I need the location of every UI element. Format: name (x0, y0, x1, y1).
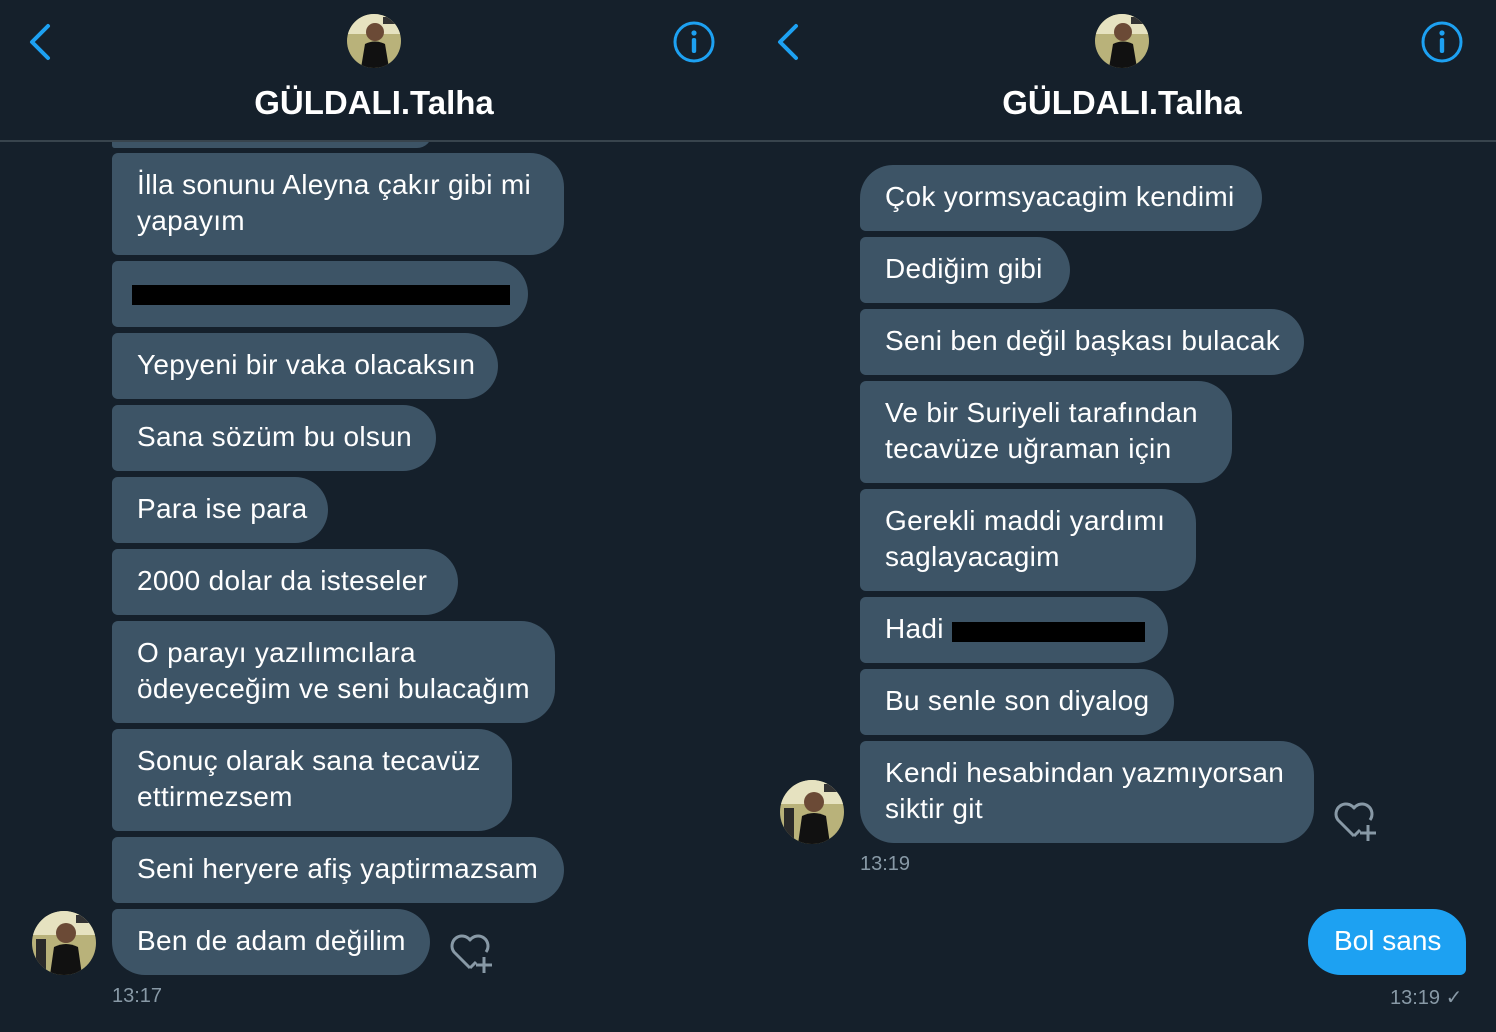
sender-avatar[interactable] (32, 911, 96, 975)
timestamp: 13:19 (860, 853, 911, 875)
back-chevron-icon[interactable] (26, 20, 54, 64)
message-bubble: Sonuç olarak sana tecavüz ettirmezsem (112, 729, 512, 831)
sent-message-bubble: Bol sans (1308, 909, 1466, 975)
message-bubble: Bu senle son diyalog (860, 669, 1174, 735)
message-bubble: Gerekli maddi yardımı saglayacagim (860, 489, 1196, 591)
conversation-panel-left: İlla sonunu Aleyna çakır gibi mi yapayım… (0, 0, 748, 1032)
message-bubble: İlla sonunu Aleyna çakır gibi mi yapayım (112, 153, 564, 255)
message-bubble: Seni heryere afiş yaptirmazsam (112, 837, 564, 903)
message-bubble: Ben de adam değilim (112, 909, 430, 975)
header-avatar[interactable] (347, 14, 401, 68)
conversation-title[interactable]: GÜLDALI.Talha (0, 84, 748, 122)
conversation-header: GÜLDALI.Talha (0, 0, 748, 142)
message-bubble: O parayı yazılımcılara ödeyeceğim ve sen… (112, 621, 555, 723)
conversation-title[interactable]: GÜLDALI.Talha (748, 84, 1496, 122)
message-bubble: Yepyeni bir vaka olacaksın (112, 333, 498, 399)
header-avatar[interactable] (1095, 14, 1149, 68)
redaction-bar (132, 285, 510, 305)
heart-plus-icon[interactable] (1330, 798, 1378, 842)
message-bubble: 2000 dolar da isteseler (112, 549, 458, 615)
message-bubble: Çok yormsyacagim kendimi (860, 165, 1262, 231)
message-bubble: Sana sözüm bu olsun (112, 405, 436, 471)
conversation-panel-right: Çok yormsyacagim kendimi Dediğim gibi Se… (748, 0, 1496, 1032)
info-icon[interactable] (672, 20, 716, 64)
conversation-header: GÜLDALI.Talha (748, 0, 1496, 142)
heart-plus-icon[interactable] (446, 930, 494, 974)
back-chevron-icon[interactable] (774, 20, 802, 64)
message-bubble: Kendi hesabindan yazmıyorsan siktir git (860, 741, 1314, 843)
message-bubble: Seni ben değil başkası bulacak (860, 309, 1304, 375)
sent-timestamp: 13:19 ✓ (1390, 987, 1463, 1009)
timestamp: 13:17 (112, 985, 163, 1007)
message-bubble: Para ise para (112, 477, 328, 543)
sender-avatar[interactable] (780, 780, 844, 844)
message-bubble: Ve bir Suriyeli tarafından tecavüze uğra… (860, 381, 1232, 483)
info-icon[interactable] (1420, 20, 1464, 64)
redaction-bar (952, 622, 1145, 642)
message-bubble: Dediğim gibi (860, 237, 1070, 303)
